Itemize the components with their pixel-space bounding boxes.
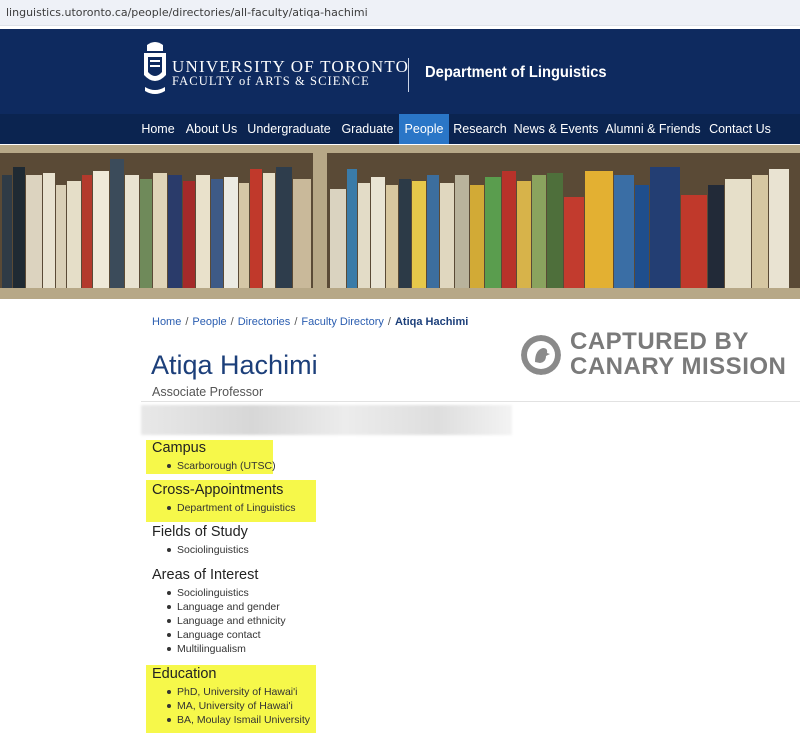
list-item: Language and gender [164, 600, 286, 614]
header-divider [408, 58, 409, 92]
address-bar[interactable]: linguistics.utoronto.ca/people/directori… [0, 0, 800, 26]
breadcrumb-directories[interactable]: Directories [238, 316, 291, 328]
redacted-contact-info [141, 405, 512, 435]
breadcrumb-current: Atiqa Hachimi [394, 316, 469, 328]
nav-item-undergraduate[interactable]: Undergraduate [242, 114, 336, 144]
breadcrumb-faculty-directory[interactable]: Faculty Directory [301, 316, 384, 328]
watermark-line-2: CANARY MISSION [570, 353, 787, 380]
profile-divider [141, 401, 800, 402]
nav-item-about-us[interactable]: About Us [181, 114, 242, 144]
education-list: PhD, University of Hawai'i MA, Universit… [164, 685, 310, 727]
list-item: MA, University of Hawai'i [164, 699, 310, 713]
nav-item-people[interactable]: People [399, 114, 449, 144]
nav-item-alumni-friends[interactable]: Alumni & Friends [601, 114, 705, 144]
nav-item-home[interactable]: Home [135, 114, 181, 144]
banner-bookshelf-image [0, 145, 800, 299]
watermark-line-1: CAPTURED BY [570, 328, 749, 355]
faculty-name: FACULTY of ARTS & SCIENCE [172, 74, 370, 88]
university-crest-icon [144, 42, 166, 94]
list-item: BA, Moulay Ismail University [164, 713, 310, 727]
list-item: Multilingualism [164, 642, 286, 656]
department-title[interactable]: Department of Linguistics [425, 64, 607, 82]
campus-list: Scarborough (UTSC) [164, 459, 276, 473]
nav-item-news-events[interactable]: News & Events [511, 114, 601, 144]
list-item: PhD, University of Hawai'i [164, 685, 310, 699]
nav-item-graduate[interactable]: Graduate [336, 114, 399, 144]
section-title-fields-of-study: Fields of Study [152, 524, 248, 540]
breadcrumb: Home / People / Directories / Faculty Director… [152, 316, 469, 328]
nav-item-contact-us[interactable]: Contact Us [705, 114, 775, 144]
section-title-education: Education [152, 666, 217, 682]
main-nav: Home About Us Undergraduate Graduate Peo… [0, 114, 800, 144]
nav-item-research[interactable]: Research [449, 114, 511, 144]
cross-appointments-list: Department of Linguistics [164, 501, 295, 515]
list-item: Sociolinguistics [164, 586, 286, 600]
list-item[interactable]: Department of Linguistics [164, 501, 295, 515]
list-item: Language contact [164, 628, 286, 642]
areas-of-interest-list: Sociolinguistics Language and gender Lan… [164, 586, 286, 656]
section-title-cross-appointments: Cross-Appointments [152, 482, 284, 498]
fields-of-study-list: Sociolinguistics [164, 543, 249, 557]
list-item: Scarborough (UTSC) [164, 459, 276, 473]
list-item: Language and ethnicity [164, 614, 286, 628]
canary-bird-icon [521, 335, 561, 375]
section-title-areas-of-interest: Areas of Interest [152, 567, 259, 583]
profile-title: Associate Professor [152, 385, 264, 399]
breadcrumb-home[interactable]: Home [152, 316, 181, 328]
section-title-campus: Campus [152, 440, 206, 456]
profile-name: Atiqa Hachimi [151, 350, 318, 380]
breadcrumb-people[interactable]: People [192, 316, 226, 328]
list-item: Sociolinguistics [164, 543, 249, 557]
address-bar-url: linguistics.utoronto.ca/people/directori… [6, 6, 368, 19]
